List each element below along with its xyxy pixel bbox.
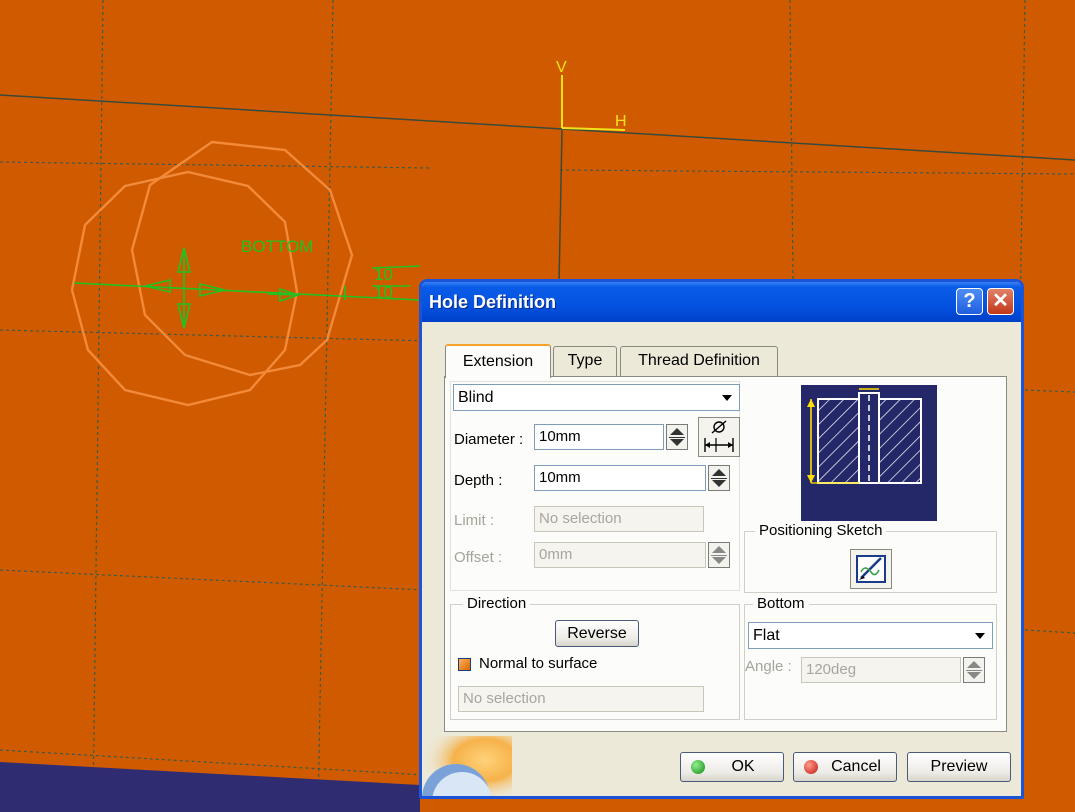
direction-title: Direction	[463, 595, 531, 612]
sketch-label-bottom: BOTTOM	[241, 237, 313, 256]
cancel-icon	[804, 760, 818, 774]
limit-label: Limit :	[454, 512, 495, 529]
angle-spinner[interactable]	[963, 657, 985, 683]
diameter-tool-button[interactable]	[698, 417, 740, 457]
axis-h-label: H	[615, 113, 627, 130]
extension-panel: Blind Diameter : 10mm Depth : 10mm Limit…	[444, 376, 1007, 732]
dark-surface	[0, 762, 420, 812]
help-button[interactable]: ?	[956, 288, 983, 315]
axis-v-label: V	[556, 59, 567, 76]
ok-label: OK	[731, 758, 755, 775]
dialog-title-bar[interactable]: Hole Definition ? ✕	[422, 282, 1021, 322]
offset-label: Offset :	[454, 549, 503, 566]
hole-preview-image	[801, 385, 937, 521]
limit-selection-field[interactable]: No selection	[534, 506, 704, 532]
normal-to-surface-checkbox[interactable]	[458, 658, 471, 671]
hole-outline	[70, 140, 354, 407]
positioning-sketch-button[interactable]	[850, 549, 892, 589]
bottom-type-dropdown[interactable]: Flat	[748, 622, 993, 649]
dialog-title: Hole Definition	[429, 292, 556, 312]
blind-hole-preview-icon	[807, 388, 922, 484]
angle-label: Angle :	[745, 658, 792, 675]
reverse-button[interactable]: Reverse	[555, 620, 639, 647]
plane-vertical-line	[558, 129, 563, 286]
tab-extension[interactable]: Extension	[445, 344, 551, 378]
sketcher-icon	[856, 555, 886, 583]
depth-label: Depth :	[454, 472, 503, 489]
diameter-dimension-icon	[704, 420, 734, 452]
diameter-input[interactable]: 10mm	[534, 424, 664, 450]
sketch-dimension-text-top: 10	[374, 265, 393, 284]
limit-type-dropdown[interactable]: Blind	[453, 384, 740, 411]
offset-spinner[interactable]	[708, 542, 730, 568]
tab-thread-definition[interactable]: Thread Definition	[620, 346, 778, 376]
catia-logo-art	[422, 736, 512, 796]
close-button[interactable]: ✕	[987, 288, 1014, 315]
cancel-button[interactable]: Cancel	[793, 752, 897, 782]
preview-button[interactable]: Preview	[907, 752, 1011, 782]
positioning-sketch	[73, 247, 421, 329]
hole-definition-dialog: Hole Definition ? ✕ Extension Type Threa…	[419, 279, 1024, 799]
ok-button[interactable]: OK	[680, 752, 784, 782]
bottom-title: Bottom	[753, 595, 809, 612]
sketch-dimension-text-bottom: 10	[374, 283, 393, 302]
angle-input[interactable]: 120deg	[801, 657, 961, 683]
direction-selection-field[interactable]: No selection	[458, 686, 704, 712]
cancel-label: Cancel	[831, 758, 881, 775]
plane-edge-line	[0, 94, 1075, 161]
ok-icon	[691, 760, 705, 774]
chevron-down-icon	[975, 633, 985, 639]
depth-spinner[interactable]	[708, 465, 730, 491]
offset-input[interactable]: 0mm	[534, 542, 706, 568]
normal-to-surface-label: Normal to surface	[479, 655, 598, 672]
positioning-sketch-label: Positioning Sketch	[755, 522, 887, 539]
limit-type-value: Blind	[458, 389, 494, 406]
diameter-spinner[interactable]	[666, 424, 688, 450]
depth-input[interactable]: 10mm	[534, 465, 706, 491]
diameter-label: Diameter :	[454, 431, 524, 448]
chevron-down-icon	[722, 395, 732, 401]
tab-type[interactable]: Type	[553, 346, 617, 376]
bottom-type-value: Flat	[753, 627, 780, 644]
